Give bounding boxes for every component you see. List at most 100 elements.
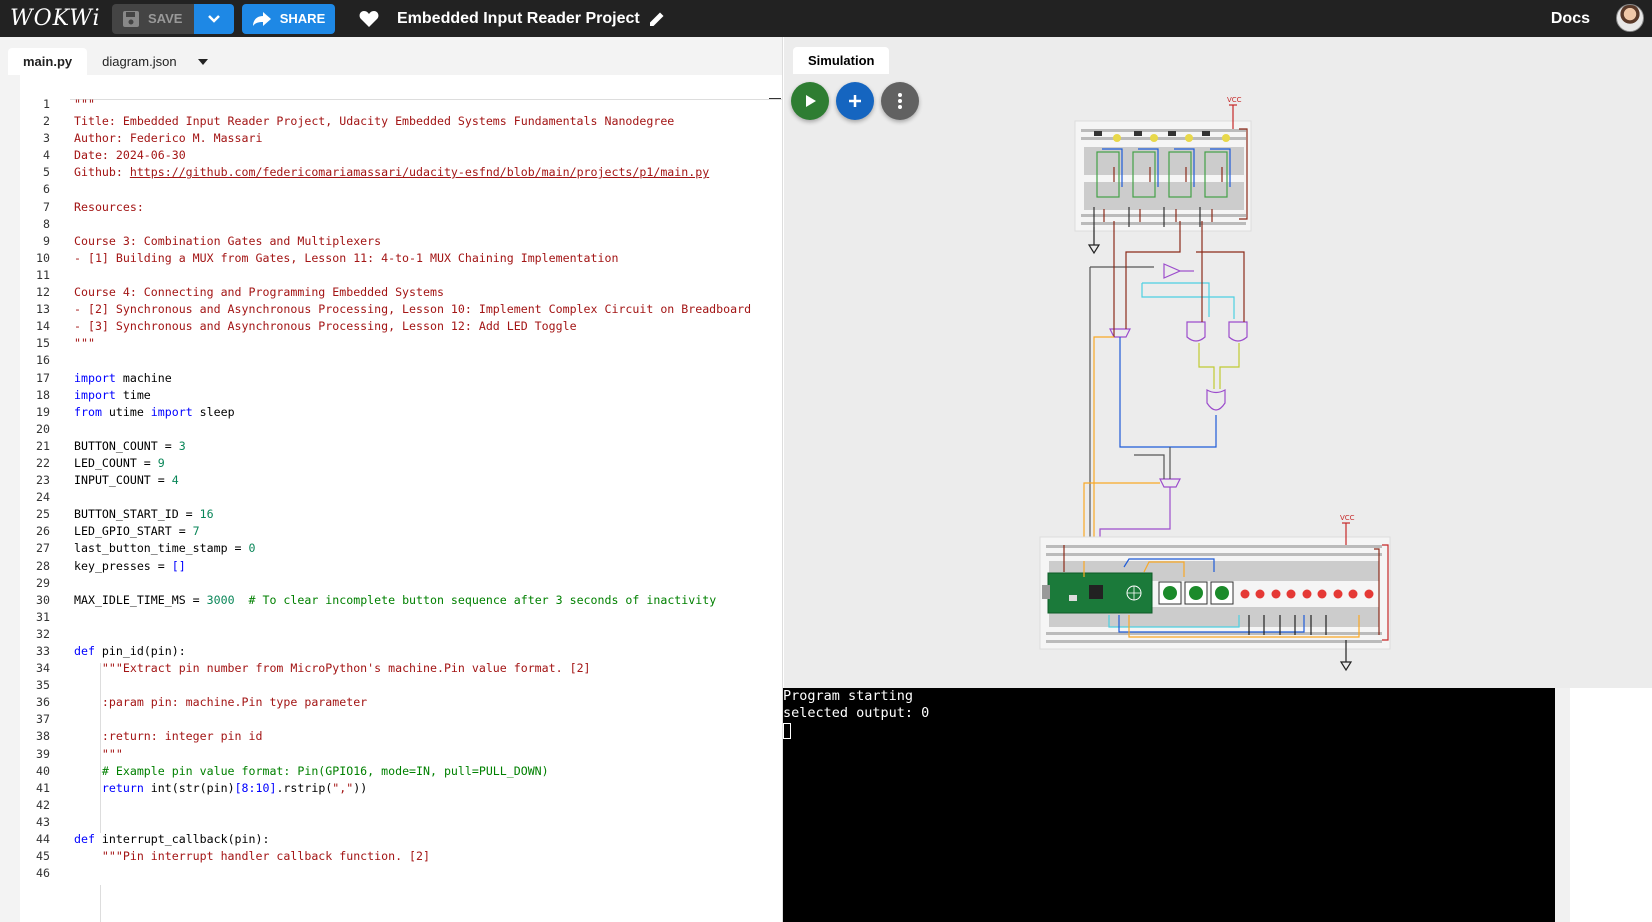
serial-console[interactable]: Program starting selected output: 0	[783, 688, 1555, 922]
circuit-diagram[interactable]: VCC VCC	[784, 37, 1652, 688]
code-line[interactable]: 9 Course 3: Combination Gates and Multipl…	[20, 233, 751, 250]
console-scrollbar[interactable]	[1555, 688, 1570, 922]
code-line[interactable]: 14 - [3] Synchronous and Asynchronous Pro…	[20, 318, 751, 335]
line-number: 19	[36, 404, 50, 419]
code-line[interactable]: 18 import time	[20, 387, 751, 404]
line-content: """	[74, 96, 95, 113]
docs-link[interactable]: Docs	[1551, 10, 1590, 28]
code-line[interactable]: 37	[20, 711, 751, 728]
code-line[interactable]: 30 MAX_IDLE_TIME_MS = 3000 # To clear inc…	[20, 592, 751, 609]
tab-main-py[interactable]: main.py	[8, 48, 88, 75]
code-token: ))	[353, 780, 368, 795]
code-line[interactable]: 26 LED_GPIO_START = 7	[20, 523, 751, 540]
code-line[interactable]: 24	[20, 489, 751, 506]
github-link[interactable]: https://github.com/federicomariamassari/…	[130, 165, 709, 179]
code-line[interactable]: 19 from utime import sleep	[20, 404, 751, 421]
save-button[interactable]: SAVE	[112, 3, 194, 34]
line-number: 2	[43, 114, 50, 129]
code-token: pin_id(pin):	[94, 644, 186, 658]
code-line[interactable]: 46	[20, 865, 751, 882]
heart-icon[interactable]	[357, 7, 381, 31]
line-number: 23	[36, 473, 50, 488]
floppy-disk-icon	[123, 10, 139, 27]
code-line[interactable]: 16	[20, 352, 751, 369]
code-line[interactable]: 7 Resources:	[20, 199, 751, 216]
line-number: 5	[43, 165, 50, 180]
caret-down-icon[interactable]	[196, 48, 210, 75]
code-line[interactable]: 36 :param pin: machine.Pin type paramete…	[20, 694, 751, 711]
code-line[interactable]: 25 BUTTON_START_ID = 16	[20, 506, 751, 523]
code-editor[interactable]: 1 """ 2 Title: Embedded Input Reader Projec…	[20, 75, 782, 922]
line-content: LED_COUNT = 9	[74, 455, 165, 472]
chevron-down-icon	[208, 14, 220, 23]
pencil-icon[interactable]	[648, 10, 666, 28]
code-line[interactable]: 42	[20, 797, 751, 814]
code-token: def	[74, 832, 95, 847]
scrollbar-marker	[769, 98, 781, 99]
code-line[interactable]: 40 # Example pin value format: Pin(GPIO1…	[20, 763, 751, 780]
code-token: 16	[199, 507, 214, 522]
save-label: SAVE	[148, 11, 183, 26]
code-line[interactable]: 43	[20, 814, 751, 831]
line-content: """Pin interrupt handler callback functi…	[74, 848, 430, 865]
add-part-button[interactable]	[836, 82, 874, 120]
tab-diagram-json[interactable]: diagram.json	[87, 48, 191, 75]
share-arrow-icon	[252, 11, 271, 26]
code-token: [8:10]	[234, 780, 277, 795]
line-number: 34	[36, 661, 50, 676]
line-number: 10	[36, 250, 50, 265]
code-line[interactable]: 11	[20, 267, 751, 284]
code-line[interactable]: 1 """	[20, 96, 751, 113]
line-content: - [1] Building a MUX from Gates, Lesson …	[74, 250, 618, 267]
code-line[interactable]: 6	[20, 181, 751, 198]
code-line[interactable]: 4 Date: 2024-06-30	[20, 147, 751, 164]
code-line[interactable]: 28 key_presses = []	[20, 558, 751, 575]
project-title[interactable]: Embedded Input Reader Project	[397, 10, 640, 28]
save-options-dropdown[interactable]	[194, 3, 234, 34]
code-line[interactable]: 21 BUTTON_COUNT = 3	[20, 438, 751, 455]
code-token: BUTTON_COUNT =	[74, 438, 179, 453]
line-content: Author: Federico M. Massari	[74, 130, 262, 147]
code-line[interactable]: 23 INPUT_COUNT = 4	[20, 472, 751, 489]
code-line[interactable]: 33 def pin_id(pin):	[20, 643, 751, 660]
code-line[interactable]: 8	[20, 216, 751, 233]
editor-pane: main.py diagram.json 1 """ 2 Title: Embedde…	[0, 37, 783, 922]
line-number: 46	[36, 866, 50, 881]
line-number: 20	[36, 421, 50, 436]
code-line[interactable]: 41 return int(str(pin)[8:10].rstrip(",")…	[20, 780, 751, 797]
code-line[interactable]: 45 """Pin interrupt handler callback fun…	[20, 848, 751, 865]
vcc-label: VCC	[1227, 96, 1242, 104]
code-line[interactable]: 29	[20, 575, 751, 592]
code-line[interactable]: 17 import machine	[20, 370, 751, 387]
line-number: 11	[36, 267, 50, 282]
code-line[interactable]: 38 :return: integer pin id	[20, 728, 751, 745]
indent-guide	[100, 885, 101, 922]
more-options-button[interactable]	[881, 82, 919, 120]
code-lines: 1 """ 2 Title: Embedded Input Reader Projec…	[20, 96, 751, 882]
line-number: 13	[36, 302, 50, 317]
run-simulation-button[interactable]	[791, 82, 829, 120]
share-button[interactable]: SHARE	[242, 3, 335, 34]
code-line[interactable]: 22 LED_COUNT = 9	[20, 455, 751, 472]
line-content: """	[74, 746, 123, 763]
code-line[interactable]: 12 Course 4: Connecting and Programming E…	[20, 284, 751, 301]
code-line[interactable]: 39 """	[20, 746, 751, 763]
code-line[interactable]: 5 Github: https://github.com/federicomari…	[20, 164, 751, 181]
code-line[interactable]: 3 Author: Federico M. Massari	[20, 130, 751, 147]
code-line[interactable]: 10 - [1] Building a MUX from Gates, Lesso…	[20, 250, 751, 267]
avatar[interactable]	[1616, 4, 1644, 32]
wokwi-logo[interactable]: WOKWi	[10, 6, 100, 31]
code-line[interactable]: 27 last_button_time_stamp = 0	[20, 540, 751, 557]
line-content: MAX_IDLE_TIME_MS = 3000 # To clear incom…	[74, 592, 716, 609]
code-line[interactable]: 35	[20, 677, 751, 694]
code-line[interactable]: 31	[20, 609, 751, 626]
code-line[interactable]: 20	[20, 421, 751, 438]
code-line[interactable]: 44 def interrupt_callback(pin):	[20, 831, 751, 848]
line-number: 37	[36, 712, 50, 727]
code-line[interactable]: 2 Title: Embedded Input Reader Project, U…	[20, 113, 751, 130]
line-number: 44	[36, 832, 50, 847]
code-line[interactable]: 34 """Extract pin number from MicroPytho…	[20, 660, 751, 677]
code-line[interactable]: 15 """	[20, 335, 751, 352]
code-line[interactable]: 13 - [2] Synchronous and Asynchronous Pro…	[20, 301, 751, 318]
code-line[interactable]: 32	[20, 626, 751, 643]
